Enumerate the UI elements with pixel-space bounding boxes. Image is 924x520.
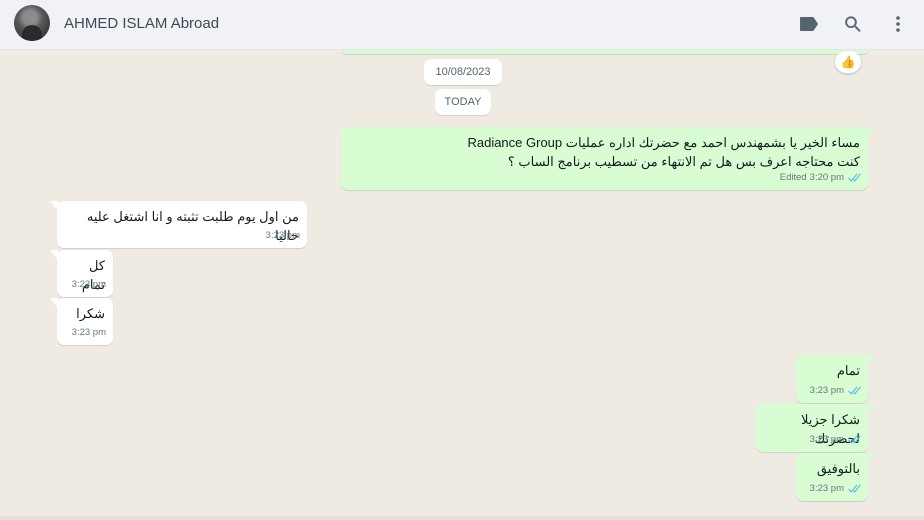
- message-text: بالتوفيق: [816, 461, 860, 476]
- chat-area[interactable]: 👍 10/08/2023 TODAY مساء الخير يا بشمهندس…: [0, 50, 924, 520]
- avatar[interactable]: [14, 5, 50, 41]
- message-meta: 3:23 pm: [810, 430, 861, 449]
- message-bubble-incoming[interactable]: شكرا 3:23 pm: [50, 298, 113, 345]
- date-chip: 10/08/2023: [424, 59, 502, 85]
- message-time: 3:20 pm: [809, 172, 844, 183]
- contact-name[interactable]: AHMED ISLAM Abroad: [64, 15, 219, 32]
- footer-edge: [0, 516, 924, 520]
- message-text: من اول يوم طلبت تثبته و انا اشتغل عليه ح…: [86, 209, 299, 243]
- message-time: 3:23 pm: [809, 434, 844, 445]
- message-time: 3:23 pm: [809, 483, 844, 494]
- label-icon[interactable]: [797, 12, 821, 36]
- message-meta: 3:23 pm: [810, 479, 861, 498]
- edited-label: Edited: [779, 172, 807, 183]
- message-meta: Edited 3:20 pm: [780, 168, 861, 187]
- message-time: 3:23 pm: [71, 279, 106, 290]
- message-bubble-outgoing[interactable]: تمام 3:23 pm: [796, 355, 875, 403]
- menu-icon[interactable]: [886, 12, 910, 36]
- message-text: تمام: [836, 363, 860, 378]
- message-bubble-incoming[interactable]: كل تمام 3:23 pm: [50, 250, 113, 297]
- message-time: 3:23 pm: [265, 230, 300, 241]
- message-meta: 3:23 pm: [72, 323, 106, 342]
- read-ticks-icon: [847, 435, 861, 444]
- read-ticks-icon: [847, 484, 861, 493]
- search-icon[interactable]: [841, 12, 865, 36]
- message-bubble-outgoing[interactable]: شكرا جزيلا لحضرتك 3:23 pm: [756, 404, 875, 452]
- message-time: 3:23 pm: [809, 385, 844, 396]
- message-bubble-outgoing[interactable]: بالتوفيق 3:23 pm: [796, 453, 875, 501]
- message-bubble-incoming[interactable]: من اول يوم طلبت تثبته و انا اشتغل عليه ح…: [50, 201, 307, 248]
- read-ticks-icon: [847, 173, 861, 182]
- read-ticks-icon: [847, 386, 861, 395]
- previous-message-bubble: [342, 50, 868, 54]
- message-meta: 3:23 pm: [266, 226, 300, 245]
- message-text-line: مساء الخير يا بشمهندس احمد مع حضرتك ادار…: [467, 135, 860, 150]
- message-meta: 3:23 pm: [72, 275, 106, 294]
- message-time: 3:23 pm: [71, 327, 106, 338]
- chat-header: AHMED ISLAM Abroad: [0, 0, 924, 50]
- reaction-badge[interactable]: 👍: [835, 51, 861, 73]
- message-text: شكرا: [76, 306, 105, 321]
- message-bubble-outgoing[interactable]: مساء الخير يا بشمهندس احمد مع حضرتك ادار…: [341, 127, 875, 190]
- date-chip-today: TODAY: [435, 89, 491, 115]
- message-meta: 3:23 pm: [810, 381, 861, 400]
